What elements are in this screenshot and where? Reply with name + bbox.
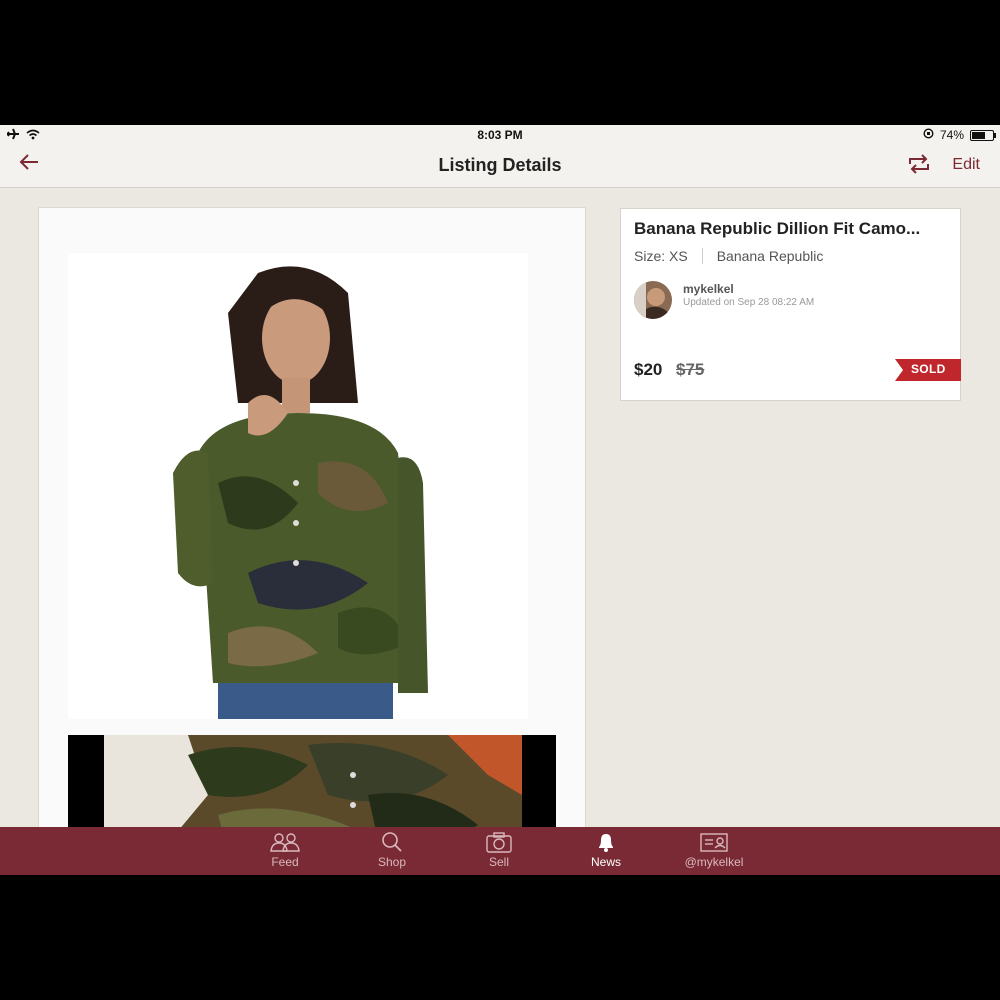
price-card: $20 $75 SOLD [620, 339, 961, 401]
tab-sell-label: Sell [488, 855, 509, 869]
sold-badge: SOLD [895, 359, 961, 381]
search-icon [382, 832, 402, 852]
tab-bar: Feed Shop Sell News @mykelkel [0, 827, 1000, 875]
tab-profile-label: @mykelkel [684, 855, 744, 869]
original-price: $75 [676, 360, 705, 379]
listing-title: Banana Republic Dillion Fit Camo... [634, 219, 921, 238]
listing-meta: Size: XS Banana Republic [634, 248, 823, 264]
bell-icon [599, 834, 613, 852]
tab-news-label: News [590, 855, 621, 869]
battery-percent: 74% [939, 128, 964, 142]
updated-timestamp: Updated on Sep 28 08:22 AM [683, 297, 815, 308]
sold-badge-label: SOLD [911, 362, 946, 376]
seller-username[interactable]: mykelkel [683, 282, 734, 296]
status-time: 8:03 PM [477, 128, 523, 142]
people-icon [270, 833, 300, 852]
meta-divider [701, 248, 703, 264]
share-repost-icon [909, 154, 929, 174]
listing-details-card: Banana Republic Dillion Fit Camo... Size… [620, 208, 961, 340]
tab-sell[interactable]: Sell [459, 831, 539, 869]
listing-brand[interactable]: Banana Republic [717, 248, 824, 264]
status-bar: 8:03 PM 74% [0, 125, 1000, 145]
tab-feed[interactable]: Feed [245, 831, 325, 869]
listing-photo-main[interactable] [68, 253, 528, 719]
listing-price: $20 [634, 360, 663, 379]
nav-bar: Listing Details Edit [0, 145, 1000, 188]
page-title: Listing Details [438, 155, 562, 175]
tab-shop[interactable]: Shop [352, 831, 432, 869]
tab-shop-label: Shop [377, 855, 407, 869]
seller-avatar[interactable] [634, 281, 672, 319]
tab-news[interactable]: News [566, 831, 646, 869]
orientation-lock-icon [923, 128, 934, 142]
battery-icon [970, 129, 996, 141]
camera-icon [486, 832, 512, 853]
edit-button[interactable]: Edit [952, 156, 980, 174]
profile-card-icon [700, 833, 728, 852]
share-button[interactable] [906, 154, 932, 179]
app-screen: 8:03 PM 74% Listing Details Edit Banana … [0, 125, 1000, 875]
listing-image-panel [38, 207, 586, 849]
tab-feed-label: Feed [271, 855, 299, 869]
listing-size: Size: XS [634, 248, 688, 264]
tab-profile[interactable]: @mykelkel [674, 831, 754, 869]
